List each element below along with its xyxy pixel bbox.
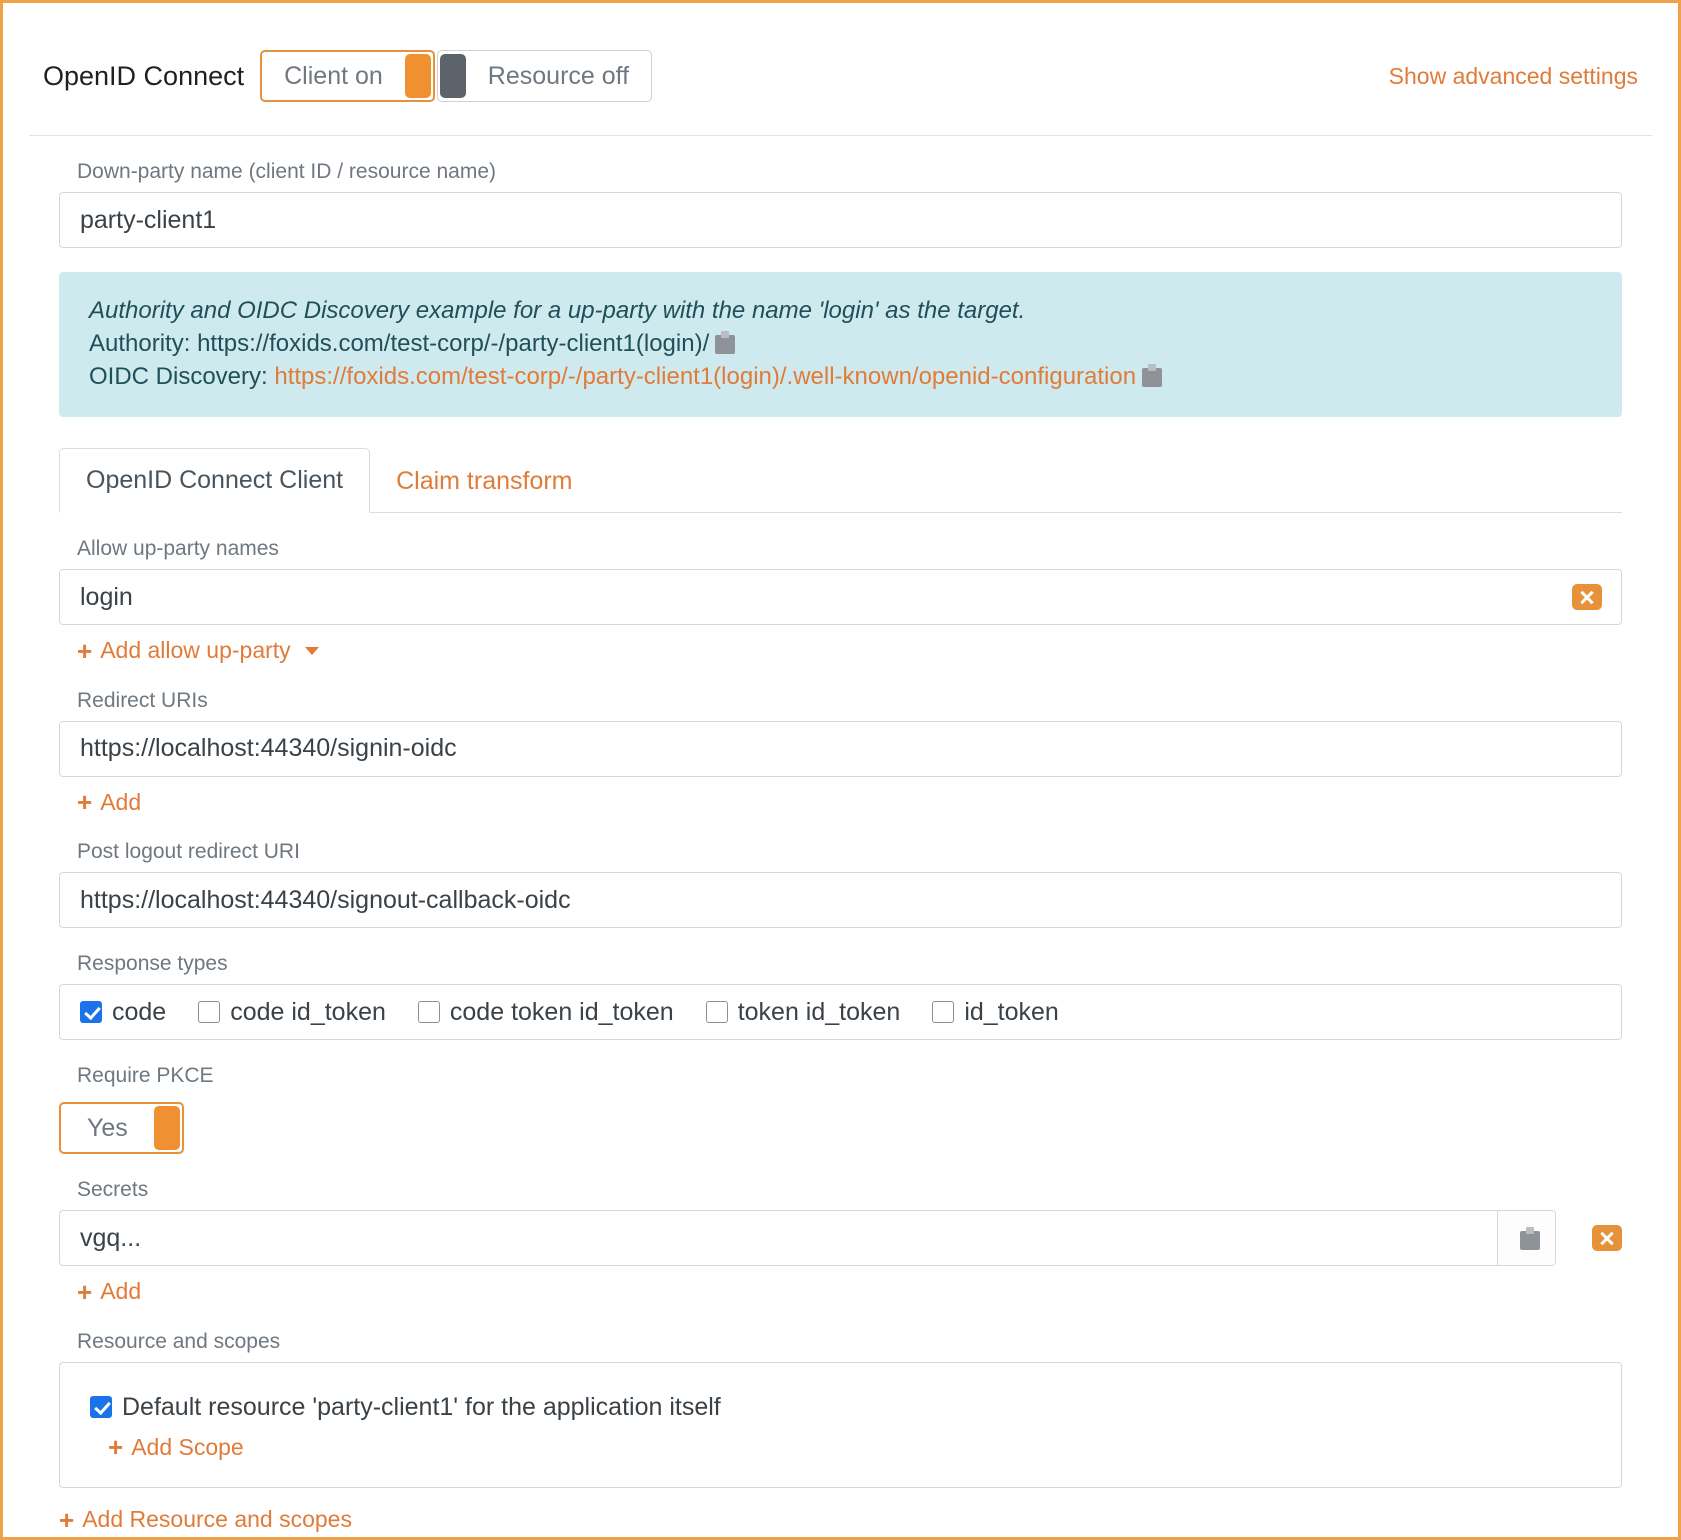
response-type-code-label: code: [112, 997, 167, 1026]
response-type-code-id-token-label: code id_token: [230, 997, 386, 1026]
plus-icon: +: [77, 1276, 93, 1307]
clipboard-icon[interactable]: [1142, 364, 1163, 388]
redirect-uris-label: Redirect URIs: [77, 688, 208, 712]
alert-note: Authority and OIDC Discovery example for…: [89, 297, 1026, 324]
allow-up-party-input[interactable]: login: [59, 569, 1622, 626]
redirect-uris-input[interactable]: https://localhost:44340/signin-oidc: [59, 720, 1622, 777]
post-logout-redirect-uri-input[interactable]: https://localhost:44340/signout-callback…: [59, 872, 1622, 929]
tab-claim-transform[interactable]: Claim transform: [370, 450, 598, 513]
clipboard-icon[interactable]: [715, 331, 736, 355]
show-advanced-settings-link[interactable]: Show advanced settings: [1389, 63, 1638, 90]
client-toggle-knob: [404, 54, 431, 98]
page-title: OpenID Connect: [43, 60, 245, 91]
tab-openid-connect-client[interactable]: OpenID Connect Client: [59, 448, 371, 514]
chevron-down-icon: [304, 646, 319, 655]
alert-authority-label: Authority:: [89, 330, 191, 358]
alert-discovery-row: OIDC Discovery: https://foxids.com/test-…: [89, 360, 1592, 393]
response-types-panel: code code id_token code token id_token t…: [59, 984, 1622, 1041]
response-type-id-token[interactable]: id_token: [932, 998, 1059, 1027]
require-pkce-toggle[interactable]: Yes: [59, 1102, 184, 1155]
client-toggle[interactable]: Client on: [260, 50, 435, 102]
resource-and-scopes-panel: Default resource 'party-client1' for the…: [59, 1361, 1622, 1489]
client-toggle-label: Client on: [284, 61, 383, 90]
post-logout-redirect-uri-value: https://localhost:44340/signout-callback…: [80, 885, 571, 914]
add-resource-and-scopes-label: Add Resource and scopes: [82, 1506, 352, 1533]
response-type-code-token-id-token[interactable]: code token id_token: [417, 997, 674, 1027]
allow-up-party-row: login: [59, 569, 1622, 626]
add-redirect-uri-label: Add: [100, 788, 142, 815]
alert-discovery-label: OIDC Discovery:: [89, 363, 268, 391]
add-allow-up-party-button[interactable]: + Add allow up-party: [77, 637, 319, 664]
require-pkce-label: Require PKCE: [77, 1064, 214, 1088]
checkbox-icon[interactable]: [90, 1396, 112, 1419]
require-pkce-toggle-knob: [153, 1106, 180, 1151]
resource-toggle-label: Resource off: [487, 61, 630, 90]
copy-secret-button[interactable]: [1497, 1211, 1555, 1266]
default-resource-label: Default resource 'party-client1' for the…: [122, 1392, 721, 1421]
secret-input[interactable]: vgq...: [60, 1211, 1497, 1265]
alert-discovery-url[interactable]: https://foxids.com/test-corp/-/party-cli…: [274, 363, 1136, 390]
checkbox-icon[interactable]: [417, 1001, 440, 1024]
default-resource-checkbox-row[interactable]: Default resource 'party-client1' for the…: [90, 1393, 1591, 1422]
checkbox-icon[interactable]: [705, 1001, 728, 1024]
add-secret-button[interactable]: + Add: [77, 1278, 141, 1305]
resource-toggle[interactable]: Resource off: [436, 50, 653, 102]
redirect-uris-value: https://localhost:44340/signin-oidc: [80, 734, 457, 763]
response-type-token-id-token[interactable]: token id_token: [705, 997, 901, 1027]
alert-authority-url: https://foxids.com/test-corp/-/party-cli…: [197, 330, 710, 358]
secrets-label: Secrets: [77, 1178, 149, 1202]
plus-icon: +: [77, 787, 93, 818]
response-types-label: Response types: [77, 952, 228, 976]
secrets-row: vgq...: [59, 1210, 1622, 1267]
authority-info-alert: Authority and OIDC Discovery example for…: [59, 272, 1622, 418]
response-type-id-token-label: id_token: [964, 997, 1059, 1026]
add-redirect-uri-button[interactable]: + Add: [77, 789, 141, 816]
alert-authority-row: Authority: https://foxids.com/test-corp/…: [89, 327, 1592, 360]
party-type-toggle-group: Client on Resource off: [260, 50, 653, 102]
delete-secret-button[interactable]: [1592, 1225, 1622, 1252]
clipboard-icon: [1519, 1226, 1540, 1250]
clear-icon[interactable]: [1572, 584, 1602, 611]
checkbox-icon[interactable]: [198, 1001, 221, 1024]
down-party-name-label: Down-party name (client ID / resource na…: [77, 160, 496, 183]
header-divider: [29, 135, 1652, 136]
response-type-token-id-token-label: token id_token: [737, 997, 901, 1026]
response-type-code[interactable]: code: [80, 998, 166, 1027]
add-allow-up-party-label: Add allow up-party: [100, 637, 291, 664]
checkbox-icon[interactable]: [80, 1001, 102, 1024]
secret-input-wrap: vgq...: [59, 1210, 1556, 1267]
response-type-code-id-token[interactable]: code id_token: [198, 998, 386, 1027]
resource-toggle-knob: [439, 54, 466, 98]
allow-up-party-value: login: [80, 582, 133, 611]
plus-icon: +: [108, 1432, 124, 1463]
add-scope-button[interactable]: + Add Scope: [108, 1434, 244, 1461]
require-pkce-value: Yes: [87, 1113, 128, 1142]
add-secret-label: Add: [100, 1278, 142, 1305]
allow-up-party-label: Allow up-party names: [77, 537, 279, 561]
add-scope-label: Add Scope: [131, 1433, 244, 1460]
down-party-name-input[interactable]: party-client1: [59, 192, 1622, 248]
secret-value: vgq...: [80, 1223, 142, 1252]
down-party-name-value: party-client1: [80, 205, 217, 234]
form-content: Down-party name (client ID / resource na…: [3, 160, 1678, 1534]
header: OpenID Connect Client on Resource off Sh…: [3, 3, 1678, 119]
response-type-code-token-id-token-label: code token id_token: [449, 997, 674, 1026]
resource-and-scopes-label: Resource and scopes: [77, 1329, 281, 1353]
add-resource-and-scopes-button[interactable]: + Add Resource and scopes: [59, 1506, 352, 1533]
oidc-down-party-window: OpenID Connect Client on Resource off Sh…: [0, 0, 1681, 1540]
tab-bar: OpenID Connect Client Claim transform: [59, 447, 1622, 514]
checkbox-icon[interactable]: [932, 1001, 955, 1024]
post-logout-redirect-uri-label: Post logout redirect URI: [77, 840, 300, 864]
plus-icon: +: [77, 635, 93, 666]
plus-icon: +: [59, 1504, 75, 1535]
